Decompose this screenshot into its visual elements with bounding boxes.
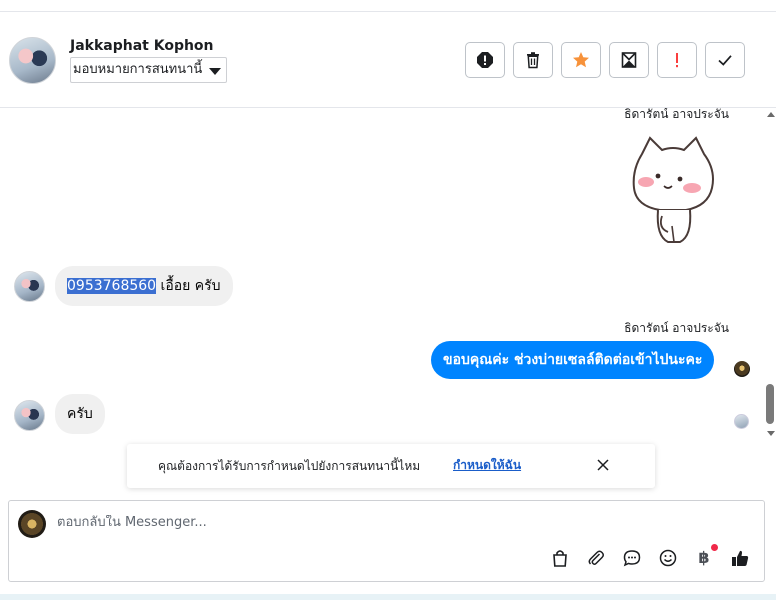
contact-avatar bbox=[14, 271, 45, 302]
shopping-bag-icon bbox=[553, 550, 567, 567]
saved-reply-icon bbox=[623, 550, 641, 567]
scrollbar-thumb[interactable] bbox=[766, 384, 774, 424]
assign-label: มอบหมายการสนทนานี้ bbox=[73, 62, 203, 77]
shopping-bag-button[interactable] bbox=[551, 548, 569, 568]
mark-spam-icon bbox=[477, 52, 493, 68]
phone-number-highlight[interactable]: 0953768560 bbox=[67, 278, 157, 294]
message-bubble-outgoing[interactable]: ขอบคุณค่ะ ช่วงบ่ายเซลล์ติดต่อเข้าไปนะคะ bbox=[431, 341, 715, 379]
baht-icon: ฿ bbox=[698, 548, 710, 567]
delete-button[interactable] bbox=[513, 42, 553, 78]
mark-done-button[interactable] bbox=[705, 42, 745, 78]
chevron-down-icon bbox=[209, 68, 222, 75]
composer-tools: ฿ bbox=[551, 544, 749, 568]
emoji-icon bbox=[659, 549, 677, 567]
mark-unread-button[interactable] bbox=[609, 42, 649, 78]
message-bubble-incoming[interactable]: ครับ bbox=[55, 394, 105, 434]
star-icon bbox=[573, 52, 589, 68]
notification-dot bbox=[711, 544, 718, 551]
mark-unread-icon bbox=[621, 52, 637, 68]
thread-scrollbar[interactable] bbox=[764, 108, 776, 440]
follow-up-icon bbox=[676, 53, 678, 68]
page-avatar bbox=[734, 361, 750, 377]
assign-conversation-dropdown[interactable]: มอบหมายการสนทนานี้ bbox=[70, 57, 228, 83]
follow-up-button[interactable] bbox=[657, 42, 697, 78]
contact-name[interactable]: Jakkaphat Kophon bbox=[70, 38, 214, 54]
assignment-prompt-banner: คุณต้องการได้รับการกำหนดไปยังการสนทนานี้… bbox=[127, 444, 655, 488]
message-text: เอื้อย ครับ bbox=[156, 278, 221, 294]
like-button[interactable] bbox=[731, 548, 749, 568]
attach-file-button[interactable] bbox=[587, 548, 605, 568]
emoji-button[interactable] bbox=[659, 548, 677, 568]
scroll-up-arrow-icon[interactable] bbox=[767, 112, 775, 117]
header-actions bbox=[465, 42, 745, 78]
assign-to-me-link[interactable]: กำหนดให้ฉัน bbox=[453, 456, 521, 475]
banner-text: คุณต้องการได้รับการกำหนดไปยังการสนทนานี้… bbox=[158, 459, 421, 473]
mark-spam-button[interactable] bbox=[465, 42, 505, 78]
saved-reply-button[interactable] bbox=[623, 548, 641, 568]
page-avatar bbox=[18, 510, 46, 538]
scroll-down-arrow-icon[interactable] bbox=[767, 431, 775, 436]
contact-avatar bbox=[14, 400, 45, 431]
done-check-icon bbox=[718, 55, 732, 66]
paperclip-icon bbox=[588, 550, 604, 565]
thumbs-up-icon bbox=[732, 550, 749, 566]
cat-sticker-image bbox=[632, 136, 714, 243]
reply-input[interactable] bbox=[57, 515, 717, 530]
message-bubble-incoming[interactable]: 0953768560 เอื้อย ครับ bbox=[55, 266, 233, 306]
reply-composer: ฿ bbox=[8, 500, 765, 582]
conversation-header: Jakkaphat Kophon มอบหมายการสนทนานี้ bbox=[0, 12, 776, 108]
star-button[interactable] bbox=[561, 42, 601, 78]
seen-receipt-avatar bbox=[734, 414, 749, 429]
bottom-strip bbox=[0, 594, 776, 600]
close-icon[interactable] bbox=[596, 458, 610, 472]
sender-name: ธิดารัตน์ อาจประจัน bbox=[624, 321, 729, 335]
trash-icon bbox=[527, 52, 539, 69]
sender-name: ธิดารัตน์ อาจประจัน bbox=[624, 108, 729, 121]
top-divider bbox=[0, 0, 776, 12]
payment-button[interactable]: ฿ bbox=[695, 544, 718, 568]
messenger-inbox: Jakkaphat Kophon มอบหมายการสนทนานี้ ธิดา… bbox=[0, 0, 776, 600]
contact-avatar[interactable] bbox=[9, 37, 56, 84]
message-thread[interactable]: ธิดารัตน์ อาจประจัน 0953768560 เอื้อย คร… bbox=[0, 108, 776, 440]
